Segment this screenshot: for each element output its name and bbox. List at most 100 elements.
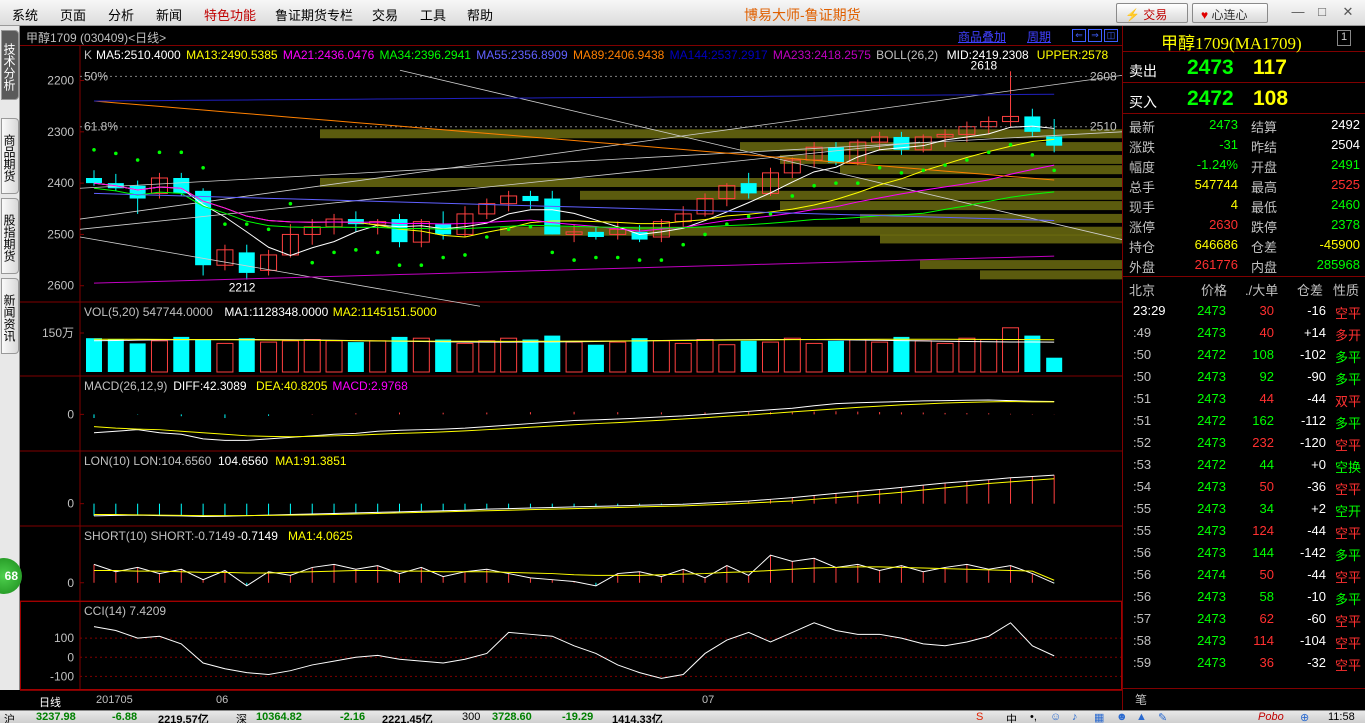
- tick-volume: 124: [1252, 523, 1274, 538]
- quote-key: 持仓: [1129, 240, 1156, 255]
- nav-left-icon[interactable]: ⇐: [1072, 29, 1086, 42]
- indicator-ma-label: MA5:2510.4000: [96, 48, 181, 62]
- tick-row[interactable]: :53 2472 44 +0 空换: [1123, 454, 1365, 476]
- tick-row[interactable]: :50 2473 92 -90 多平: [1123, 366, 1365, 388]
- volume-bar: [1024, 335, 1041, 372]
- chart-area[interactable]: 26002500240023002200261822122608251050%6…: [20, 46, 1122, 690]
- volume-bar: [980, 339, 998, 373]
- tick-row[interactable]: :58 2473 114 -104 空平: [1123, 630, 1365, 652]
- tick-row[interactable]: :51 2472 162 -112 多平: [1123, 410, 1365, 432]
- tick-price: 2472: [1197, 347, 1226, 362]
- indicator-label: MACD:2.9768: [332, 379, 408, 393]
- tick-type: 空平: [1334, 658, 1361, 673]
- menu-features[interactable]: 特色功能: [204, 5, 256, 24]
- sar-dot: [1052, 168, 1056, 173]
- tick-type: 空平: [1334, 526, 1361, 541]
- tick-type: 多平: [1334, 350, 1361, 365]
- menu-page[interactable]: 页面: [60, 5, 86, 24]
- sar-dot: [506, 227, 511, 232]
- indicator-line: [94, 566, 1055, 581]
- nav-right-icon[interactable]: ⇒: [1088, 29, 1102, 42]
- tab-news[interactable]: 新闻资讯: [1, 278, 19, 354]
- indicator-label: -0.7149: [237, 529, 278, 543]
- tick-volume: 62: [1259, 611, 1274, 626]
- maximize-icon[interactable]: □: [1312, 2, 1332, 22]
- tick-volume: 40: [1259, 325, 1274, 340]
- quote-toggle-button[interactable]: 1: [1337, 30, 1351, 46]
- tab-commodity-futures[interactable]: 商品期货: [1, 118, 19, 194]
- tick-row[interactable]: :54 2473 50 -36 空平: [1123, 476, 1365, 498]
- ime-chinese-icon[interactable]: 中: [1006, 711, 1017, 723]
- tick-oi: -10: [1307, 589, 1326, 604]
- close-icon[interactable]: ✕: [1338, 2, 1358, 22]
- skin-icon[interactable]: ▲: [1136, 711, 1147, 723]
- sar-dot: [986, 150, 991, 155]
- volume-bar: [478, 340, 496, 373]
- menu-help[interactable]: 帮助: [467, 5, 493, 24]
- trade-button[interactable]: ⚡ 交易: [1116, 3, 1188, 23]
- tick-mode-button[interactable]: 笔: [1135, 691, 1147, 708]
- candle-body: [1024, 116, 1041, 132]
- y-tick-label: 2200: [47, 74, 74, 88]
- keyboard-icon[interactable]: ▦: [1094, 711, 1104, 723]
- sogou-icon[interactable]: S: [976, 711, 983, 723]
- menu-system[interactable]: 系统: [12, 5, 38, 24]
- candle-body: [391, 219, 408, 243]
- settings-icon[interactable]: ✎: [1158, 711, 1167, 723]
- user-icon[interactable]: ☻: [1116, 711, 1128, 723]
- tick-time: :51: [1133, 413, 1152, 428]
- xinlianxin-button[interactable]: ♥ 心连心: [1192, 3, 1268, 23]
- tick-table-header: 北京 价格 ./大单 仓差 性质: [1123, 278, 1365, 298]
- tick-row[interactable]: 23:29 2473 30 -16 空平: [1123, 300, 1365, 322]
- tick-row[interactable]: :56 2474 50 -44 空平: [1123, 564, 1365, 586]
- indicator-label: MA1:91.3851: [275, 454, 347, 468]
- quote-row: 涨停 2630 跌停 2378: [1123, 215, 1365, 235]
- menu-tools[interactable]: 工具: [420, 5, 446, 24]
- tick-row[interactable]: :55 2473 124 -44 空平: [1123, 520, 1365, 542]
- tab-technical-analysis[interactable]: 技术分析: [1, 30, 19, 100]
- header-location: 北京: [1129, 283, 1156, 298]
- nav-expand-icon[interactable]: ◫: [1104, 29, 1118, 42]
- cci-tick-label: 100: [54, 631, 74, 645]
- indicator-ma-label: BOLL(26,2): [876, 48, 938, 62]
- tab-index-futures[interactable]: 股指期货: [1, 198, 19, 274]
- volume-bar: [500, 337, 518, 373]
- minimize-icon[interactable]: —: [1288, 2, 1308, 22]
- quote-value: 4: [1230, 197, 1238, 212]
- status-bar: 沪 3237.98 -6.88 2219.57亿 深 10364.82 -2.1…: [0, 710, 1365, 723]
- sh-amount: 2219.57亿: [158, 714, 209, 723]
- punct-icon[interactable]: •,: [1030, 711, 1037, 723]
- ma144-line: [93, 93, 1055, 102]
- overlay-link[interactable]: 商品叠加: [958, 28, 1006, 45]
- tick-row[interactable]: :50 2472 108 -102 多平: [1123, 344, 1365, 366]
- tick-price: 2472: [1197, 413, 1226, 428]
- tick-row[interactable]: :52 2473 232 -120 空平: [1123, 432, 1365, 454]
- sar-dot: [332, 250, 336, 255]
- tick-row[interactable]: :59 2473 36 -32 空平: [1123, 652, 1365, 674]
- mic-icon[interactable]: ♪: [1072, 711, 1078, 723]
- volume-bar: [325, 340, 343, 373]
- tick-row[interactable]: :51 2473 44 -44 双平: [1123, 388, 1365, 410]
- tick-time: :54: [1133, 479, 1152, 494]
- cycle-link[interactable]: 周期: [1027, 28, 1051, 45]
- volume-bar: [674, 342, 692, 373]
- tick-row[interactable]: :57 2473 62 -60 空平: [1123, 608, 1365, 630]
- menu-analysis[interactable]: 分析: [108, 5, 134, 24]
- indicator-line: [93, 399, 1055, 441]
- volume-bar: [849, 339, 867, 373]
- tick-price: 2473: [1197, 325, 1226, 340]
- menu-news[interactable]: 新闻: [156, 5, 182, 24]
- tick-row[interactable]: :55 2473 34 +2 空开: [1123, 498, 1365, 520]
- price-annotation: 61.8%: [84, 120, 118, 134]
- emoji-icon[interactable]: ☺: [1050, 711, 1061, 723]
- tick-row[interactable]: :56 2473 58 -10 多平: [1123, 586, 1365, 608]
- tick-row[interactable]: :49 2473 40 +14 多开: [1123, 322, 1365, 344]
- brand-label: Pobo: [1258, 711, 1284, 723]
- indicator-label: DIFF:42.3089: [173, 379, 247, 393]
- tick-row[interactable]: :56 2473 144 -142 多平: [1123, 542, 1365, 564]
- menu-trade[interactable]: 交易: [372, 5, 398, 24]
- tick-oi: +0: [1311, 457, 1326, 472]
- tick-time: :50: [1133, 369, 1152, 384]
- menu-luzheng-column[interactable]: 鲁证期货专栏: [275, 5, 353, 24]
- header-price: 价格: [1201, 283, 1228, 298]
